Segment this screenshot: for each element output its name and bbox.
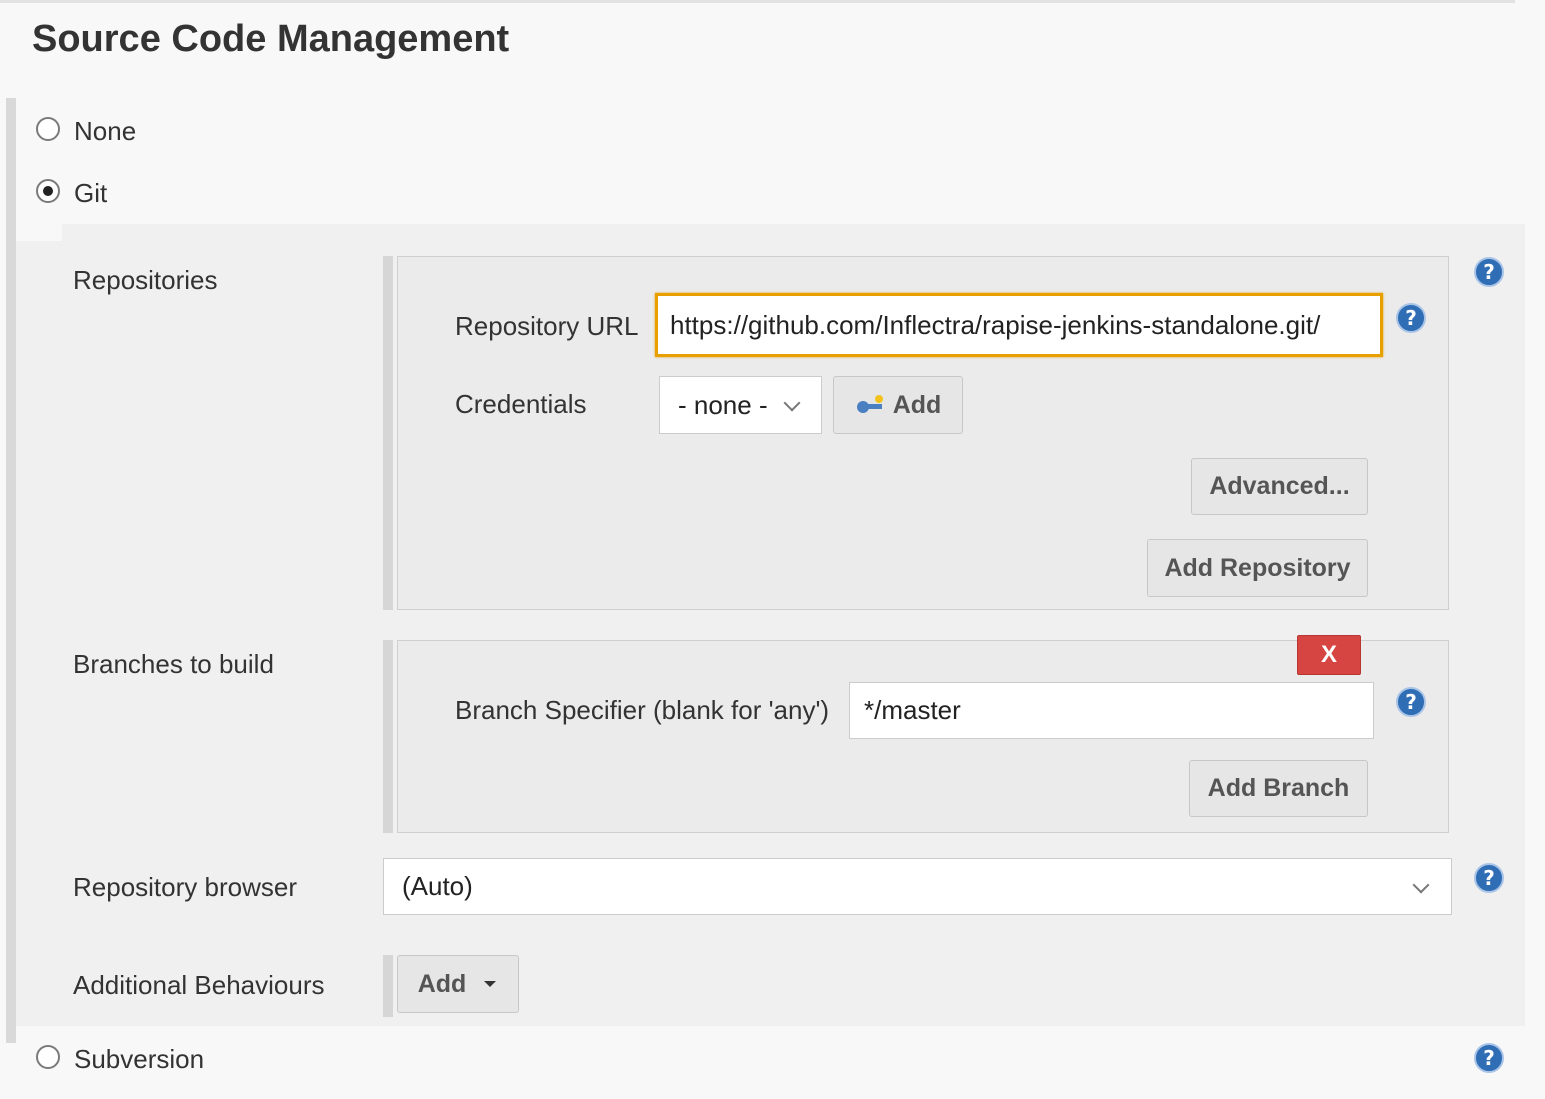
radio-subversion-label[interactable]: Subversion <box>74 1044 204 1075</box>
radio-git-label[interactable]: Git <box>74 178 107 209</box>
help-icon[interactable]: ? <box>1474 863 1504 893</box>
git-area-notch <box>16 224 62 241</box>
add-behaviour-button[interactable]: Add <box>397 955 519 1013</box>
add-behaviour-label: Add <box>417 969 467 998</box>
radio-subversion[interactable] <box>36 1045 60 1069</box>
chevron-down-icon <box>1412 876 1430 894</box>
repository-url-label: Repository URL <box>455 311 639 341</box>
branch-specifier-value: */master <box>864 695 961 725</box>
additional-behaviours-label: Additional Behaviours <box>73 970 325 1000</box>
credentials-add-label: Add <box>892 390 942 419</box>
section-title: Source Code Management <box>32 18 510 60</box>
chevron-down-icon <box>783 394 801 412</box>
help-icon[interactable]: ? <box>1474 1043 1504 1073</box>
repositories-label: Repositories <box>73 265 218 295</box>
branches-panel-bar <box>383 640 393 833</box>
add-repository-button[interactable]: Add Repository <box>1147 539 1368 597</box>
credentials-add-button[interactable]: Add <box>833 376 963 434</box>
caret-down-icon <box>484 981 497 987</box>
credentials-label: Credentials <box>455 389 587 419</box>
credentials-select[interactable]: - none - <box>659 376 822 434</box>
radio-none-label[interactable]: None <box>74 116 136 147</box>
help-icon[interactable]: ? <box>1396 303 1426 333</box>
repository-url-input[interactable]: https://github.com/Inflectra/rapise-jenk… <box>655 293 1383 357</box>
add-branch-button[interactable]: Add Branch <box>1189 760 1368 817</box>
behaviours-panel-bar <box>383 955 393 1017</box>
advanced-button[interactable]: Advanced... <box>1191 458 1368 515</box>
delete-branch-button[interactable]: X <box>1297 635 1361 675</box>
repository-browser-select[interactable]: (Auto) <box>383 858 1452 915</box>
section-left-bar <box>6 98 16 1043</box>
branch-specifier-label: Branch Specifier (blank for 'any') <box>455 695 830 725</box>
branches-label: Branches to build <box>73 649 274 679</box>
radio-git[interactable] <box>36 179 60 203</box>
help-icon[interactable]: ? <box>1396 687 1426 717</box>
help-icon[interactable]: ? <box>1474 257 1504 287</box>
top-divider <box>0 0 1515 3</box>
radio-none[interactable] <box>36 117 60 141</box>
branch-specifier-input[interactable]: */master <box>849 682 1374 739</box>
key-icon <box>856 395 883 413</box>
repository-browser-label: Repository browser <box>73 872 297 902</box>
repository-browser-value: (Auto) <box>402 871 473 901</box>
credentials-select-value: - none - <box>678 389 768 420</box>
repositories-panel-bar <box>383 256 393 610</box>
repository-url-value: https://github.com/Inflectra/rapise-jenk… <box>670 309 1321 340</box>
